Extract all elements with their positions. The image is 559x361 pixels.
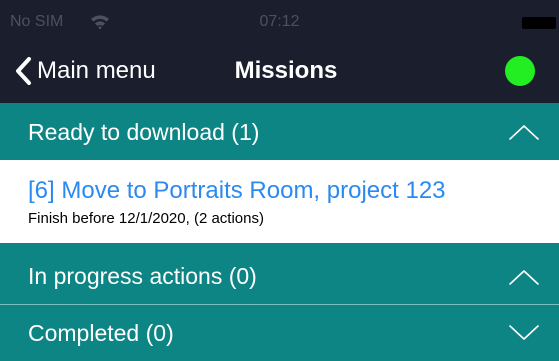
navigation-bar: Main menu Missions — [0, 40, 559, 103]
status-bar: No SIM 07:12 — [0, 0, 559, 40]
mission-title: [6] Move to Portraits Room, project 123 — [28, 177, 446, 204]
chevron-up-icon[interactable] — [508, 123, 540, 141]
battery-icon — [522, 17, 556, 29]
connection-status-indicator — [505, 56, 535, 86]
section-label: Ready to download (1) — [28, 119, 260, 145]
section-completed[interactable]: Completed (0) — [0, 305, 559, 361]
page-title: Missions — [234, 57, 338, 84]
section-ready-to-download[interactable]: Ready to download (1) — [0, 103, 559, 160]
missions-screen: No SIM 07:12 Main menu Missions Ready to… — [0, 0, 559, 361]
section-label: Completed (0) — [28, 320, 174, 346]
mission-item[interactable]: [6] Move to Portraits Room, project 123 … — [0, 160, 559, 243]
clock: 07:12 — [259, 13, 300, 30]
section-label: In progress actions (0) — [28, 263, 257, 289]
chevron-down-icon[interactable] — [508, 324, 540, 342]
mission-subtitle: Finish before 12/1/2020, (2 actions) — [28, 210, 264, 227]
chevron-up-icon[interactable] — [508, 268, 540, 286]
section-in-progress-actions[interactable]: In progress actions (0) — [0, 243, 559, 304]
